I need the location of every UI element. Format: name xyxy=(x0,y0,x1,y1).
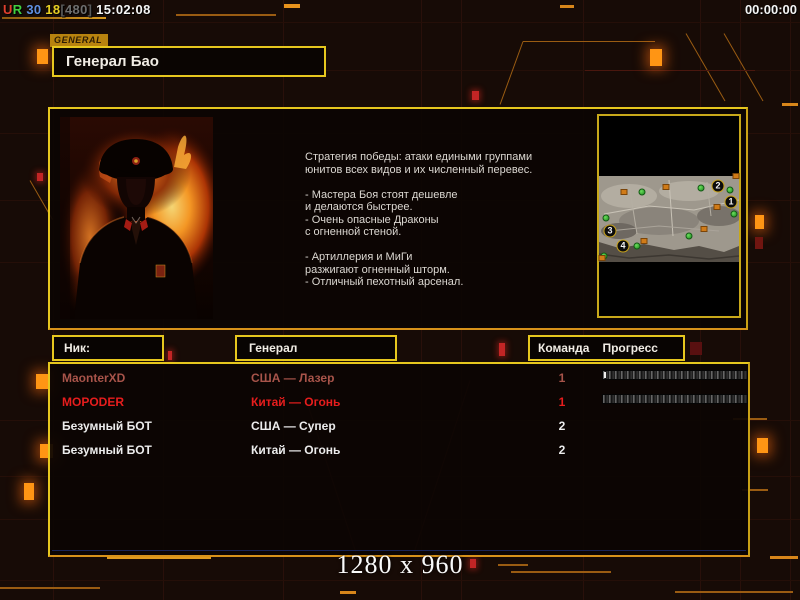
map-supply-icon xyxy=(638,188,646,196)
map-supply-icon xyxy=(730,210,738,218)
map-structure-icon xyxy=(598,255,606,261)
description-line xyxy=(305,239,605,252)
map-supply-icon xyxy=(602,214,610,222)
description-line: юнитов всех видов и их численный перевес… xyxy=(305,163,533,176)
description-line: с огненной стеной. xyxy=(305,226,402,238)
map-structure-icon xyxy=(713,204,721,210)
hud-segment: 15:02:08 xyxy=(92,2,151,17)
description-line: - Мастера Боя стоят дешевле xyxy=(305,188,458,201)
hud-segment: R xyxy=(12,2,23,17)
player-general: Китай — Огонь xyxy=(251,395,341,409)
general-portrait-image xyxy=(60,117,213,319)
description-line: - Артиллерия и МиГи xyxy=(305,251,413,263)
map-start-position-marker: 2 xyxy=(711,179,725,193)
general-strategy-description: Стратегия победы: атаки едиными группами… xyxy=(305,151,605,289)
player-team: 2 xyxy=(558,419,566,433)
player-nick: Безумный БОТ xyxy=(62,443,152,457)
progress-marker xyxy=(604,372,606,378)
column-header-general: Генерал xyxy=(235,335,397,361)
hud-segment: 18 xyxy=(41,2,61,17)
game-lobby-screen: UR 30 18[480] 15:02:08 00:00:00 GENERAL … xyxy=(0,0,800,600)
player-team: 2 xyxy=(558,443,566,457)
player-row[interactable]: MaonterXD США — Лазер 1 xyxy=(50,366,748,390)
player-progress-bar xyxy=(602,370,748,380)
map-supply-icon xyxy=(633,242,641,250)
description-line: Стратегия победы: атаки едиными группами xyxy=(305,151,533,163)
player-general: США — Супер xyxy=(251,419,336,433)
fps-counter: UR 30 18[480] 15:02:08 xyxy=(3,2,151,17)
hud-segment: 30 xyxy=(22,2,42,17)
description-line xyxy=(305,176,605,189)
map-structure-icon xyxy=(640,238,648,244)
map-structure-icon xyxy=(662,184,670,190)
description-line: - Очень опасные Драконы xyxy=(305,213,439,226)
general-info-panel: Стратегия победы: атаки едиными группами… xyxy=(48,107,748,330)
player-row[interactable]: MOPODER Китай — Огонь 1 xyxy=(50,390,748,414)
description-line: и делаются быстрее. xyxy=(305,201,413,213)
description-line: - Отличный пехотный арсенал. xyxy=(305,276,464,288)
column-header-nick: Ник: xyxy=(52,335,164,361)
player-progress-bar xyxy=(602,394,748,404)
map-start-position-marker: 3 xyxy=(603,224,617,238)
map-structure-icon xyxy=(620,189,628,195)
general-name-title: Генерал Бао xyxy=(52,46,326,77)
resolution-watermark: 1280 x 960 xyxy=(336,550,464,579)
map-preview[interactable]: 2 1 34 xyxy=(597,114,741,318)
player-general: Китай — Огонь xyxy=(251,443,341,457)
player-row[interactable]: Безумный БОТ США — Супер 2 xyxy=(50,414,748,438)
player-team: 1 xyxy=(558,395,566,409)
map-structure-icon xyxy=(700,226,708,232)
player-general: США — Лазер xyxy=(251,371,335,385)
map-structure-icon xyxy=(732,173,740,179)
hud-segment: U xyxy=(3,2,13,17)
player-nick: Безумный БОТ xyxy=(62,419,152,433)
match-timer: 00:00:00 xyxy=(744,2,797,17)
map-supply-icon xyxy=(726,186,734,194)
player-row[interactable]: Безумный БОТ Китай — Огонь 2 xyxy=(50,438,748,462)
column-header-team-progress: Команда Прогресс xyxy=(528,335,685,361)
player-team: 1 xyxy=(558,371,566,385)
map-start-position-marker: 4 xyxy=(616,239,630,253)
map-preview-overlay: 2 1 34 xyxy=(598,116,740,316)
player-nick: MOPODER xyxy=(62,395,125,409)
map-supply-icon xyxy=(685,232,693,240)
players-table: MaonterXD США — Лазер 1 MOPODER Китай — Огон… xyxy=(48,362,750,557)
map-start-position-marker: 1 xyxy=(724,195,738,209)
player-nick: MaonterXD xyxy=(62,371,126,385)
map-supply-icon xyxy=(697,184,705,192)
description-line: разжигают огненный шторм. xyxy=(305,263,450,276)
hud-segment: 480 xyxy=(65,2,88,17)
